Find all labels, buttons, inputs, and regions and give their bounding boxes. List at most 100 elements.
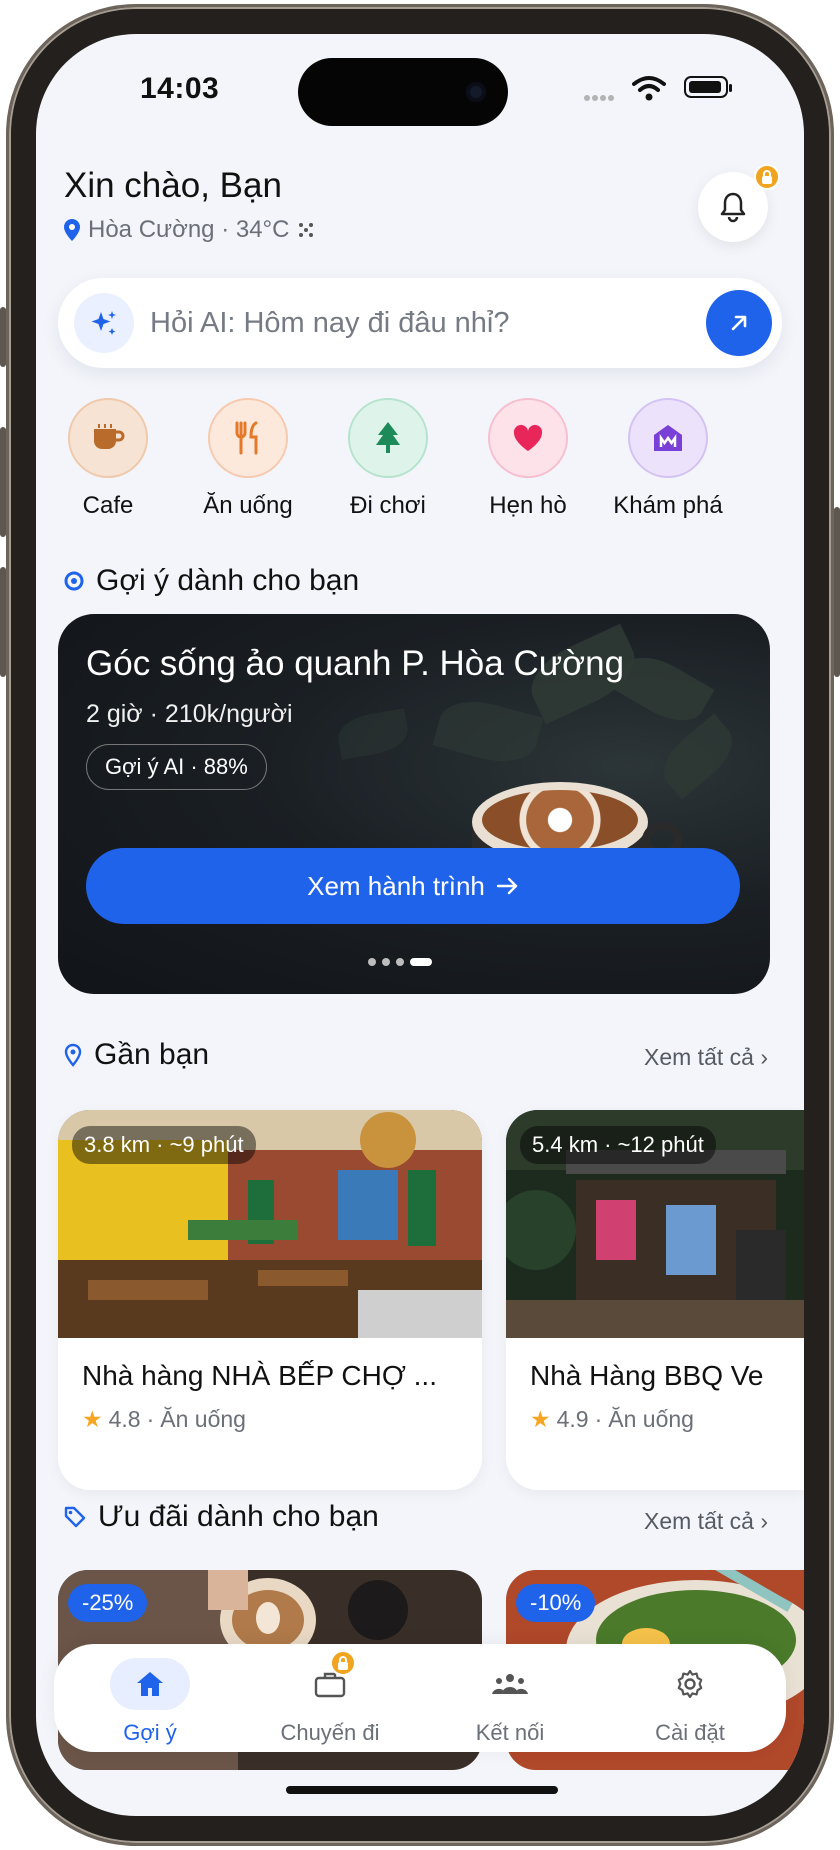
trips-lock-badge <box>330 1650 356 1676</box>
volume-up-button <box>0 427 6 537</box>
nearby-card[interactable]: 3.8 km · ~9 phút Nhà hàng NHÀ BẾP CHỢ ..… <box>58 1110 482 1490</box>
coffee-icon <box>68 398 148 478</box>
location-pin-outline-icon <box>64 1043 82 1067</box>
search-input[interactable] <box>150 300 670 346</box>
camera-icon <box>466 82 486 102</box>
ai-match-chip: Gợi ý AI · 88% <box>86 744 267 790</box>
nearby-card[interactable]: 5.4 km · ~12 phút Nhà Hàng BBQ Ve ★ 4.9 … <box>506 1110 804 1490</box>
nearby-section-header: Gần bạn <box>64 1038 209 1072</box>
arrow-up-right-icon <box>731 315 747 331</box>
tab-label: Gợi ý <box>123 1720 177 1745</box>
home-icon <box>110 1658 190 1710</box>
place-rating: ★ 4.8 · Ăn uống <box>82 1406 246 1433</box>
separator-dot: · <box>146 1406 155 1432</box>
dynamic-island <box>298 58 508 126</box>
rating-value: 4.9 <box>556 1406 589 1432</box>
category-outing[interactable]: Đi chơi <box>318 398 458 520</box>
tag-icon <box>64 1506 86 1528</box>
greeting-title: Xin chào, Bạn <box>64 166 282 205</box>
location-text: Hòa Cường · 34°C <box>88 216 290 243</box>
bell-icon <box>720 192 746 223</box>
star-icon: ★ <box>82 1406 103 1432</box>
suggestion-card[interactable]: Góc sống ảo quanh P. Hòa Cường 2 giờ · 2… <box>58 614 770 994</box>
category-label: Khám phá <box>613 492 723 519</box>
wifi-icon <box>632 76 666 101</box>
nearby-see-all-link[interactable]: Xem tất cả › <box>644 1044 768 1071</box>
tab-suggestions[interactable]: Gợi ý <box>70 1658 230 1746</box>
category-explore[interactable]: Khám phá <box>598 398 738 520</box>
place-name: Nhà hàng NHÀ BẾP CHỢ ... <box>82 1360 437 1391</box>
view-itinerary-button[interactable]: Xem hành trình <box>86 848 740 924</box>
arrow-right-icon <box>496 877 518 895</box>
people-icon <box>470 1658 550 1710</box>
tab-settings[interactable]: Cài đặt <box>610 1658 770 1746</box>
category-label: Đi chơi <box>350 492 426 519</box>
deals-section-header: Ưu đãi dành cho bạn <box>64 1500 379 1534</box>
carousel-dot[interactable] <box>382 958 390 966</box>
suggest-section-title: Gợi ý dành cho bạn <box>96 564 360 597</box>
carousel-dot[interactable] <box>396 958 404 966</box>
volume-down-button <box>0 567 6 677</box>
discount-badge: -25% <box>68 1584 148 1622</box>
star-icon: ★ <box>530 1406 551 1432</box>
deals-section-title: Ưu đãi dành cho bạn <box>98 1500 379 1533</box>
rating-value: 4.8 <box>108 1406 141 1432</box>
status-bar: 14:03 <box>36 34 804 144</box>
ai-circle-icon <box>64 571 84 591</box>
weather-icon <box>299 223 314 237</box>
carousel-dot[interactable] <box>368 958 376 966</box>
location-pin-icon <box>64 219 80 241</box>
deals-see-all-link[interactable]: Xem tất cả › <box>644 1508 768 1535</box>
place-name: Nhà Hàng BBQ Ve <box>530 1360 764 1391</box>
fork-knife-icon <box>208 398 288 478</box>
action-button <box>0 307 6 367</box>
nearby-section-title: Gần bạn <box>94 1038 210 1071</box>
leaf-decor <box>432 691 544 772</box>
location-weather: Hòa Cường · 34°C <box>64 216 315 244</box>
category-row: Cafe Ăn uống Đi chơi Hẹn hò Khám phá <box>36 398 804 528</box>
lock-icon <box>338 1656 348 1670</box>
leaf-decor <box>335 708 411 760</box>
battery-icon <box>684 76 732 98</box>
home-indicator <box>286 1786 558 1794</box>
category-label: Cafe <box>82 492 134 519</box>
category-label: Ăn uống <box>203 492 293 519</box>
chevron-right-icon: › <box>760 1044 768 1070</box>
tab-label: Kết nối <box>475 1720 545 1745</box>
place-category: Ăn uống <box>160 1406 246 1432</box>
tab-label: Cài đặt <box>655 1720 725 1745</box>
leaf-decor <box>652 713 744 800</box>
suggestion-subtitle: 2 giờ · 210k/người <box>86 700 293 728</box>
power-button <box>834 507 840 677</box>
tab-trips[interactable]: Chuyến đi <box>250 1658 410 1746</box>
search-submit-button[interactable] <box>706 290 772 356</box>
discount-badge: -10% <box>516 1584 596 1622</box>
suggest-section-header: Gợi ý dành cho bạn <box>64 564 359 598</box>
suggestion-title: Góc sống ảo quanh P. Hòa Cường <box>86 644 625 683</box>
place-rating: ★ 4.9 · Ăn uống <box>530 1406 694 1433</box>
ai-search-bar[interactable] <box>58 278 782 368</box>
app-screen: 14:03 Xin chào, Bạn Hòa Cường · 34°C Hỏi… <box>36 34 804 1816</box>
place-category: Ăn uống <box>608 1406 694 1432</box>
tree-icon <box>348 398 428 478</box>
category-dating[interactable]: Hẹn hò <box>458 398 598 520</box>
carousel-dot-active[interactable] <box>410 958 432 966</box>
status-time: 14:03 <box>140 72 220 105</box>
category-label: Hẹn hò <box>489 492 567 519</box>
tab-label: Chuyến đi <box>280 1720 380 1745</box>
heart-icon <box>488 398 568 478</box>
carousel-indicator[interactable] <box>368 958 432 966</box>
tab-connect[interactable]: Kết nối <box>430 1658 590 1746</box>
gear-icon <box>650 1658 730 1710</box>
museum-icon <box>628 398 708 478</box>
category-cafe[interactable]: Cafe <box>38 398 178 520</box>
category-food[interactable]: Ăn uống <box>178 398 318 520</box>
see-all-label: Xem tất cả <box>644 1044 754 1070</box>
bottom-tab-bar: Gợi ý Chuyến đi Kết nối Cài đặt <box>54 1644 786 1752</box>
view-itinerary-label: Xem hành trình <box>307 870 485 901</box>
chevron-right-icon: › <box>760 1508 768 1534</box>
distance-chip: 5.4 km · ~12 phút <box>520 1126 716 1164</box>
distance-chip: 3.8 km · ~9 phút <box>72 1126 256 1164</box>
lock-icon <box>762 170 772 184</box>
ai-sparkle-icon <box>74 293 134 353</box>
